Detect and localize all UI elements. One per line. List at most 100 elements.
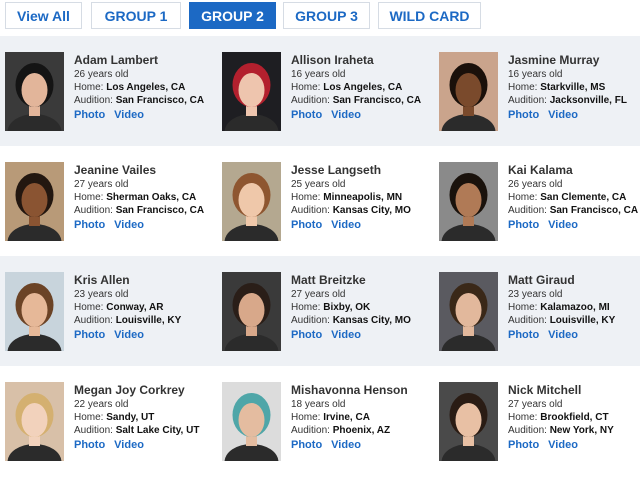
contestant-photo[interactable] (5, 162, 64, 241)
video-link[interactable]: Video (114, 329, 144, 341)
contestant-home: Home: Bixby, OK (291, 301, 431, 314)
contestant-home: Home: Conway, AR (74, 301, 214, 314)
contestant-name[interactable]: Megan Joy Corkrey (74, 383, 214, 398)
photo-link[interactable]: Photo (508, 329, 539, 341)
contestant-photo[interactable] (222, 162, 281, 241)
home-label: Home: (291, 192, 321, 203)
portrait-face (238, 403, 265, 437)
contestant-age: 16 years old (291, 69, 346, 80)
tab-view-all[interactable]: View All (5, 2, 82, 29)
portrait-image (222, 382, 281, 461)
contestant-info: Jesse Langseth 25 years old Home: Minneapo… (291, 163, 431, 232)
video-link[interactable]: Video (331, 439, 361, 451)
contestant-home: Home: Minneapolis, MN (291, 191, 431, 204)
group-tab-bar: View All GROUP 1 GROUP 2 GROUP 3 WILD CA… (0, 0, 640, 36)
portrait-image (439, 382, 498, 461)
photo-link[interactable]: Photo (291, 329, 322, 341)
video-link[interactable]: Video (114, 439, 144, 451)
contestant-name[interactable]: Allison Iraheta (291, 53, 431, 68)
tab-group-1[interactable]: GROUP 1 (91, 2, 181, 29)
contestant-audition: Audition: Kansas City, MO (291, 204, 431, 217)
audition-label: Audition: (508, 315, 547, 326)
photo-link[interactable]: Photo (74, 439, 105, 451)
media-links: Photo Video (508, 108, 640, 122)
contestant-name[interactable]: Kai Kalama (508, 163, 640, 178)
photo-link[interactable]: Photo (508, 109, 539, 121)
contestant-info: Adam Lambert 26 years old Home: Los Angele… (74, 53, 214, 122)
contestant-age: 23 years old (74, 289, 129, 300)
contestant-home: Home: Los Angeles, CA (291, 81, 431, 94)
video-link[interactable]: Video (548, 439, 578, 451)
contestant-card: Mishavonna Henson 18 years old Home: Irvin… (217, 366, 431, 476)
audition-value: San Francisco, CA (115, 205, 205, 216)
media-links: Photo Video (291, 438, 431, 452)
portrait-image (5, 52, 64, 131)
contestant-card: Jasmine Murray 16 years old Home: Starkvil… (434, 36, 640, 146)
contestant-photo[interactable] (439, 162, 498, 241)
contestant-home: Home: Sandy, UT (74, 411, 214, 424)
photo-link[interactable]: Photo (508, 219, 539, 231)
portrait-face (455, 73, 482, 107)
contestant-audition: Audition: San Francisco, CA (508, 204, 640, 217)
contestant-photo[interactable] (222, 272, 281, 351)
audition-value: Louisville, KY (115, 315, 182, 326)
audition-label: Audition: (508, 205, 547, 216)
photo-link[interactable]: Photo (74, 219, 105, 231)
contestant-info: Nick Mitchell 27 years old Home: Brookfiel… (508, 383, 640, 452)
tab-group-3[interactable]: GROUP 3 (283, 2, 370, 29)
photo-link[interactable]: Photo (508, 439, 539, 451)
contestant-name[interactable]: Nick Mitchell (508, 383, 640, 398)
contestant-photo[interactable] (439, 382, 498, 461)
contestant-name[interactable]: Jeanine Vailes (74, 163, 214, 178)
photo-link[interactable]: Photo (291, 439, 322, 451)
photo-link[interactable]: Photo (291, 219, 322, 231)
contestant-card: Allison Iraheta 16 years old Home: Los Ang… (217, 36, 431, 146)
home-label: Home: (74, 412, 104, 423)
audition-value: Louisville, KY (549, 315, 616, 326)
contestant-name[interactable]: Mishavonna Henson (291, 383, 431, 398)
portrait-face (21, 73, 48, 107)
contestant-photo[interactable] (5, 382, 64, 461)
video-link[interactable]: Video (114, 219, 144, 231)
contestant-name[interactable]: Adam Lambert (74, 53, 214, 68)
portrait-face (455, 403, 482, 437)
media-links: Photo Video (74, 218, 214, 232)
contestant-name[interactable]: Kris Allen (74, 273, 214, 288)
contestant-photo[interactable] (5, 272, 64, 351)
video-link[interactable]: Video (548, 109, 578, 121)
home-value: Conway, AR (106, 302, 164, 313)
portrait-face (21, 403, 48, 437)
video-link[interactable]: Video (331, 219, 361, 231)
contestant-photo[interactable] (5, 52, 64, 131)
photo-link[interactable]: Photo (291, 109, 322, 121)
tab-group-2[interactable]: GROUP 2 (189, 2, 276, 29)
video-link[interactable]: Video (548, 329, 578, 341)
audition-value: San Francisco, CA (549, 205, 639, 216)
contestant-age: 16 years old (508, 69, 563, 80)
contestant-card: Nick Mitchell 27 years old Home: Brookfiel… (434, 366, 640, 476)
portrait-image (5, 272, 64, 351)
contestant-name[interactable]: Jesse Langseth (291, 163, 431, 178)
video-link[interactable]: Video (548, 219, 578, 231)
video-link[interactable]: Video (331, 109, 361, 121)
contestant-photo[interactable] (222, 52, 281, 131)
contestant-photo[interactable] (439, 272, 498, 351)
tab-wild-card[interactable]: WILD CARD (378, 2, 481, 29)
contestant-name[interactable]: Matt Breitzke (291, 273, 431, 288)
video-link[interactable]: Video (331, 329, 361, 341)
contestant-age: 26 years old (74, 69, 129, 80)
contestant-photo[interactable] (439, 52, 498, 131)
portrait-image (222, 52, 281, 131)
contestant-name[interactable]: Jasmine Murray (508, 53, 640, 68)
audition-value: New York, NY (549, 425, 614, 436)
audition-label: Audition: (74, 425, 113, 436)
contestant-name[interactable]: Matt Giraud (508, 273, 640, 288)
photo-link[interactable]: Photo (74, 109, 105, 121)
contestant-audition: Audition: Salt Lake City, UT (74, 424, 214, 437)
portrait-image (5, 162, 64, 241)
home-label: Home: (291, 412, 321, 423)
photo-link[interactable]: Photo (74, 329, 105, 341)
contestant-photo[interactable] (222, 382, 281, 461)
video-link[interactable]: Video (114, 109, 144, 121)
audition-label: Audition: (291, 95, 330, 106)
